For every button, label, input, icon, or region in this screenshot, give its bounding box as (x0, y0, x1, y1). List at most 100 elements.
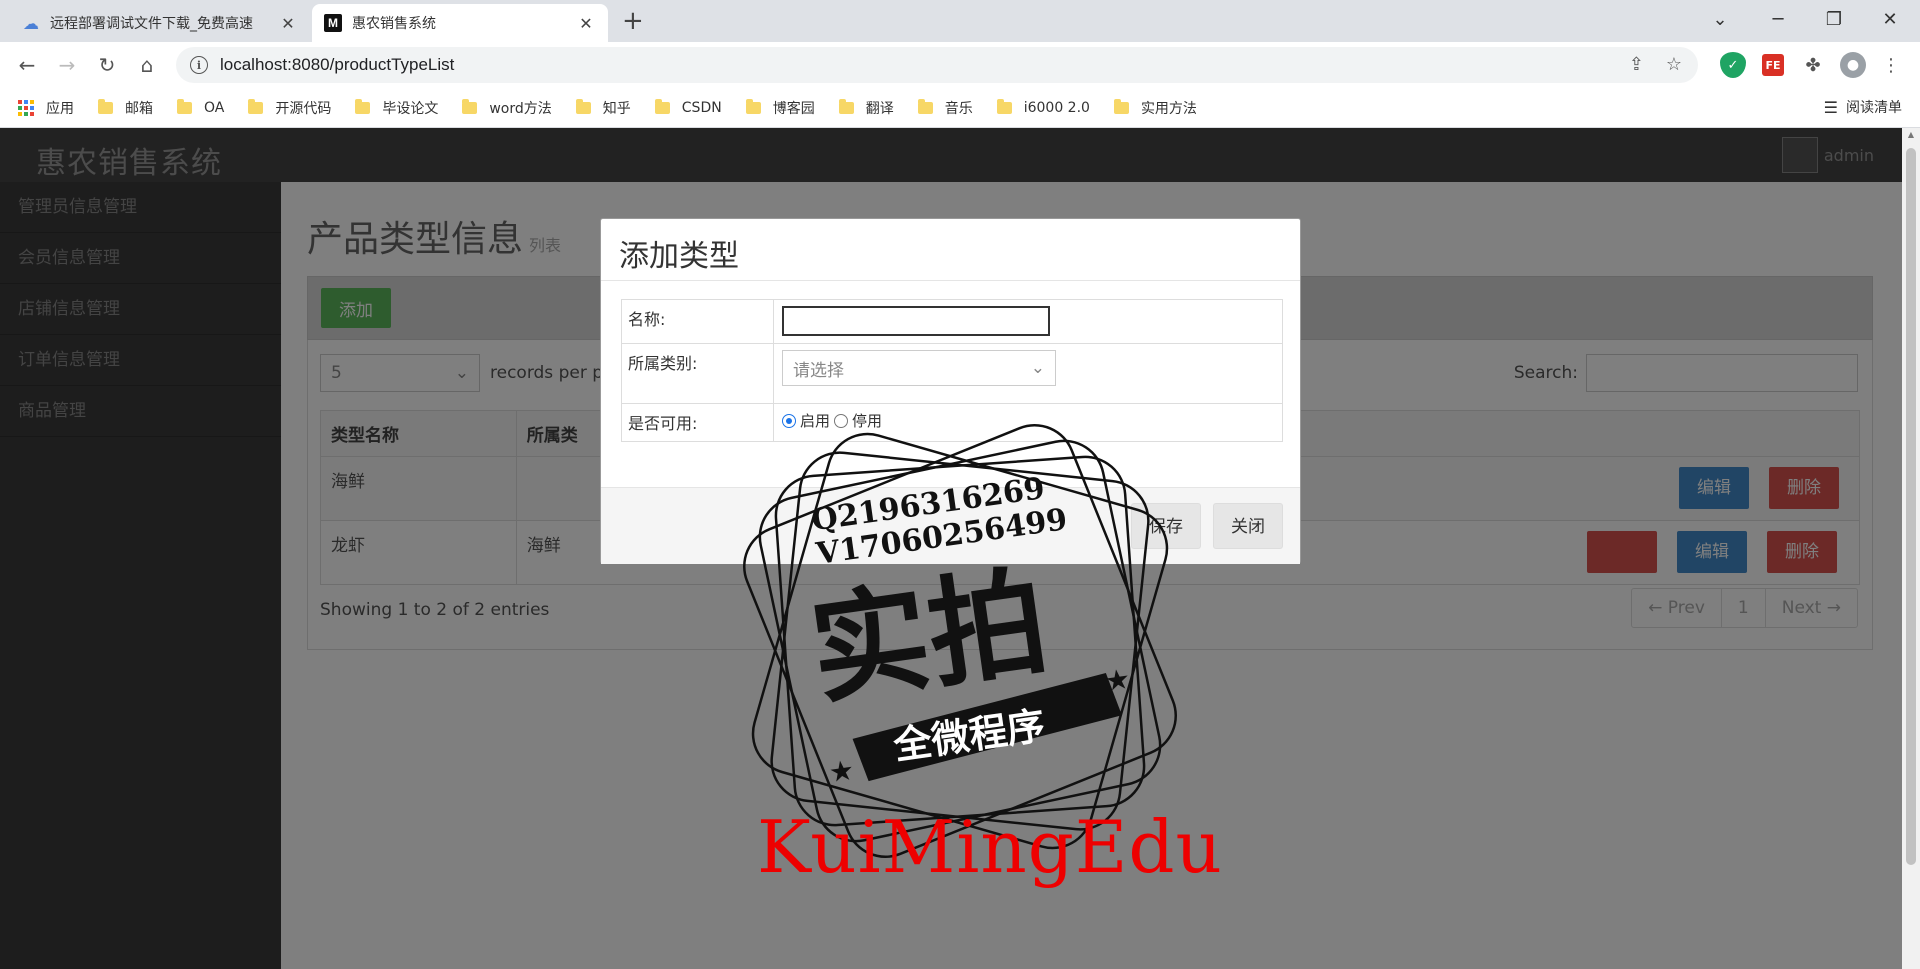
folder-icon (248, 98, 264, 114)
add-type-modal: 添加类型 名称: 所属类别: 请选择 ⌄ 是否可用: 启用 停用 保存 关闭 (600, 218, 1301, 564)
bookmark-label: OA (204, 99, 225, 116)
folder-icon (917, 98, 933, 114)
close-tab-icon[interactable]: ✕ (576, 14, 596, 33)
enabled-radio-group: 启用 停用 (782, 410, 1276, 431)
folder-icon (654, 98, 670, 114)
reading-list-label: 阅读清单 (1846, 100, 1902, 116)
folder-icon (177, 98, 192, 114)
reload-icon[interactable]: ↻ (92, 50, 122, 80)
m-favicon-icon: M (324, 14, 342, 32)
page-scrollbar[interactable]: ▲ (1902, 128, 1920, 969)
bookmark-label: CSDN (681, 99, 722, 116)
tab-title: 惠农销售系统 (352, 16, 436, 32)
bookmark-label: 毕设论文 (382, 100, 439, 117)
bookmark-folder[interactable]: 开源代码 (248, 98, 331, 118)
folder-icon (462, 98, 478, 114)
folder-icon (355, 98, 371, 114)
radio-disabled[interactable] (834, 413, 849, 428)
radio-enabled-label: 启用 (800, 412, 831, 430)
modal-footer: 保存 关闭 (601, 487, 1300, 564)
browser-tab-huinong[interactable]: M 惠农销售系统 ✕ (312, 4, 608, 42)
browser-tab-strip: ☁ 远程部署调试文件下载_免费高速 ✕ M 惠农销售系统 ✕ + ⌄ ─ ❐ ✕ (0, 0, 1920, 42)
url-text: localhost:8080/productTypeList (220, 55, 455, 74)
type-label: 所属类别: (621, 343, 774, 404)
bookmark-folder[interactable]: 博客园 (745, 98, 815, 118)
save-button[interactable]: 保存 (1131, 503, 1201, 549)
bookmark-label: 实用方法 (1140, 100, 1197, 117)
form-row-name: 名称: (621, 299, 1283, 344)
browser-tab-download[interactable]: ☁ 远程部署调试文件下载_免费高速 ✕ (10, 4, 310, 42)
address-bar[interactable]: i localhost:8080/productTypeList ⇪ ☆ (176, 47, 1698, 83)
type-cell: 请选择 ⌄ (773, 343, 1283, 404)
address-toolbar: ← → ↻ ⌂ i localhost:8080/productTypeList… (0, 42, 1920, 88)
bookmark-folder[interactable]: 毕设论文 (355, 98, 438, 118)
scroll-up-icon[interactable]: ▲ (1902, 128, 1920, 142)
chevron-down-icon: ⌄ (1030, 358, 1045, 378)
bookmark-folder[interactable]: CSDN (654, 98, 722, 116)
bookmark-star-icon[interactable]: ☆ (1666, 54, 1682, 75)
folder-icon (996, 98, 1012, 114)
bookmark-folder[interactable]: 音乐 (917, 98, 973, 118)
bookmark-label: 邮箱 (125, 100, 153, 117)
close-tab-icon[interactable]: ✕ (278, 14, 298, 33)
back-arrow-icon[interactable]: ← (12, 50, 42, 80)
bookmark-label: 翻译 (865, 100, 894, 117)
folder-icon (745, 98, 761, 114)
site-info-icon[interactable]: i (190, 56, 208, 74)
radio-disabled-label: 停用 (852, 412, 883, 430)
folder-icon (575, 98, 591, 114)
scrollbar-thumb[interactable] (1906, 148, 1916, 865)
close-button[interactable]: 关闭 (1213, 503, 1283, 549)
bookmark-label: 开源代码 (275, 100, 332, 117)
folder-icon (1113, 98, 1129, 114)
tab-title: 远程部署调试文件下载_免费高速 (50, 16, 253, 32)
window-close-icon[interactable]: ✕ (1862, 0, 1918, 38)
home-icon[interactable]: ⌂ (132, 50, 162, 80)
bookmark-folder[interactable]: i6000 2.0 (996, 98, 1090, 116)
cloud-favicon-icon: ☁ (23, 13, 39, 33)
name-input[interactable] (782, 306, 1050, 336)
new-tab-icon[interactable]: + (622, 6, 644, 36)
name-label: 名称: (621, 299, 774, 344)
bookmark-label: 博客园 (772, 100, 815, 117)
bookmark-label: word方法 (489, 100, 552, 117)
type-select-placeholder: 请选择 (793, 360, 844, 381)
tab-search-chevron-icon[interactable]: ⌄ (1692, 0, 1748, 38)
radio-enabled[interactable] (782, 413, 796, 428)
reading-list[interactable]: ☰ 阅读清单 (1824, 97, 1902, 117)
web-page: 惠农销售系统 admin 管理员信息管理 会员信息管理 店铺信息管理 订单信息管… (0, 128, 1902, 969)
shield-extension-icon[interactable]: ✓ (1720, 52, 1746, 78)
bookmark-folder[interactable]: OA (177, 98, 225, 116)
forward-arrow-icon[interactable]: → (52, 50, 82, 80)
bookmark-folder[interactable]: 邮箱 (98, 98, 153, 118)
enabled-label: 是否可用: (621, 403, 774, 442)
form-row-enabled: 是否可用: 启用 停用 (621, 403, 1283, 442)
bookmark-folder[interactable]: 翻译 (838, 98, 894, 118)
bookmark-folder[interactable]: 实用方法 (1113, 98, 1197, 118)
bookmark-label: 音乐 (944, 100, 973, 117)
bookmark-label: i6000 2.0 (1023, 99, 1090, 116)
restore-icon[interactable]: ❐ (1806, 0, 1862, 38)
type-select[interactable]: 请选择 ⌄ (782, 350, 1056, 386)
reading-list-icon: ☰ (1823, 97, 1838, 117)
bookmark-apps[interactable]: 应用 (18, 98, 74, 118)
extensions-puzzle-icon[interactable]: ✤ (1800, 52, 1826, 78)
enabled-cell: 启用 停用 (773, 403, 1283, 442)
bookmark-label: 知乎 (602, 100, 631, 117)
modal-title: 添加类型 (601, 219, 1300, 281)
add-type-form: 名称: 所属类别: 请选择 ⌄ 是否可用: 启用 停用 (621, 299, 1283, 442)
fe-extension-icon[interactable]: FE (1762, 54, 1784, 76)
folder-icon (98, 98, 113, 114)
form-row-type: 所属类别: 请选择 ⌄ (621, 343, 1283, 404)
browser-menu-icon[interactable]: ⋮ (1878, 52, 1904, 78)
profile-avatar-icon[interactable]: ● (1840, 52, 1866, 78)
folder-icon (838, 98, 854, 114)
bookmark-folder[interactable]: 知乎 (575, 98, 631, 118)
bookmarks-bar: 应用 邮箱 OA 开源代码 毕设论文 word方法 知乎 CSDN 博客园 翻译… (0, 88, 1920, 128)
bookmark-folder[interactable]: word方法 (462, 98, 552, 118)
bookmark-label: 应用 (46, 100, 74, 117)
minimize-icon[interactable]: ─ (1750, 0, 1806, 38)
share-icon[interactable]: ⇪ (1629, 54, 1644, 75)
name-cell (773, 299, 1283, 344)
apps-grid-icon (18, 99, 34, 116)
